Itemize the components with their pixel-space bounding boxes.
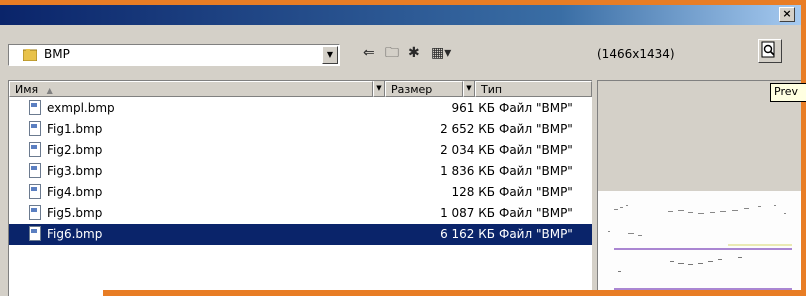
file-row[interactable]: Fig5.bmp 1 087 КБ Файл "BMP" xyxy=(9,203,592,224)
thumbnail-graphic xyxy=(608,205,792,290)
file-type: Файл "BMP" xyxy=(499,122,573,136)
file-row[interactable]: Fig3.bmp 1 836 КБ Файл "BMP" xyxy=(9,161,592,182)
file-row[interactable]: Fig4.bmp 128 КБ Файл "BMP" xyxy=(9,182,592,203)
view-menu-icon[interactable]: ▦▾ xyxy=(431,44,451,62)
file-size: 2 652 КБ xyxy=(440,122,495,136)
column-header-size[interactable]: Размер xyxy=(385,81,463,97)
column-filter-name-icon[interactable]: ▼ xyxy=(373,81,385,97)
file-type: Файл "BMP" xyxy=(499,227,573,241)
file-type: Файл "BMP" xyxy=(499,185,573,199)
bmp-file-icon xyxy=(29,121,41,136)
file-size: 6 162 КБ xyxy=(440,227,495,241)
bmp-file-icon xyxy=(29,205,41,220)
preview-button[interactable] xyxy=(758,39,782,63)
bmp-file-icon xyxy=(29,184,41,199)
column-filter-size-icon[interactable]: ▼ xyxy=(463,81,475,97)
sort-ascending-icon: ▲ xyxy=(46,86,53,95)
file-row[interactable]: Fig2.bmp 2 034 КБ Файл "BMP" xyxy=(9,140,592,161)
accent-bar xyxy=(103,290,806,296)
look-in-combobox[interactable]: BMP ▼ xyxy=(8,44,340,66)
preview-panel xyxy=(597,80,801,296)
file-type: Файл "BMP" xyxy=(499,143,573,157)
title-bar[interactable]: × xyxy=(0,5,801,25)
file-row-selected[interactable]: Fig6.bmp 6 162 КБ Файл "BMP" xyxy=(9,224,592,245)
bmp-file-icon xyxy=(29,142,41,157)
file-size: 1 836 КБ xyxy=(440,164,495,178)
bmp-file-icon xyxy=(29,100,41,115)
file-row[interactable]: exmpl.bmp 961 КБ Файл "BMP" xyxy=(9,98,592,119)
file-size: 2 034 КБ xyxy=(440,143,495,157)
file-name: Fig6.bmp xyxy=(47,227,103,241)
file-type: Файл "BMP" xyxy=(499,101,573,115)
file-size: 128 КБ xyxy=(451,185,495,199)
file-dialog: × BMP ▼ ⇐ 🗀 ✱ ▦▾ (1466x1434) Имя ▲ ▼ Раз… xyxy=(0,5,801,296)
back-icon[interactable]: ⇐ xyxy=(363,44,375,62)
new-folder-icon[interactable]: ✱ xyxy=(408,44,420,62)
folder-icon xyxy=(23,49,37,61)
column-header-name[interactable]: Имя ▲ xyxy=(9,81,373,97)
file-row[interactable]: Fig1.bmp 2 652 КБ Файл "BMP" xyxy=(9,119,592,140)
file-name: Fig5.bmp xyxy=(47,206,103,220)
file-name: Fig4.bmp xyxy=(47,185,103,199)
column-type-label: Тип xyxy=(481,83,503,96)
image-dimensions: (1466x1434) xyxy=(597,47,675,61)
image-thumbnail xyxy=(598,191,801,296)
file-size: 961 КБ xyxy=(451,101,495,115)
file-name: Fig3.bmp xyxy=(47,164,103,178)
column-header-type[interactable]: Тип xyxy=(475,81,592,97)
preview-tooltip: Prev xyxy=(770,83,806,102)
file-type: Файл "BMP" xyxy=(499,164,573,178)
column-name-label: Имя xyxy=(15,83,39,96)
file-name: Fig2.bmp xyxy=(47,143,103,157)
up-folder-icon[interactable]: 🗀 xyxy=(385,44,399,62)
file-name: exmpl.bmp xyxy=(47,101,115,115)
current-folder-label: BMP xyxy=(44,47,70,61)
magnifier-icon xyxy=(761,41,775,58)
file-list[interactable]: Имя ▲ ▼ Размер ▼ Тип exmpl.bmp 961 КБ Фа… xyxy=(8,80,592,296)
bmp-file-icon xyxy=(29,163,41,178)
file-name: Fig1.bmp xyxy=(47,122,103,136)
file-type: Файл "BMP" xyxy=(499,206,573,220)
chevron-down-icon[interactable]: ▼ xyxy=(322,46,338,64)
column-size-label: Размер xyxy=(391,83,433,96)
file-size: 1 087 КБ xyxy=(440,206,495,220)
bmp-file-icon xyxy=(29,226,41,241)
close-button[interactable]: × xyxy=(779,7,795,22)
